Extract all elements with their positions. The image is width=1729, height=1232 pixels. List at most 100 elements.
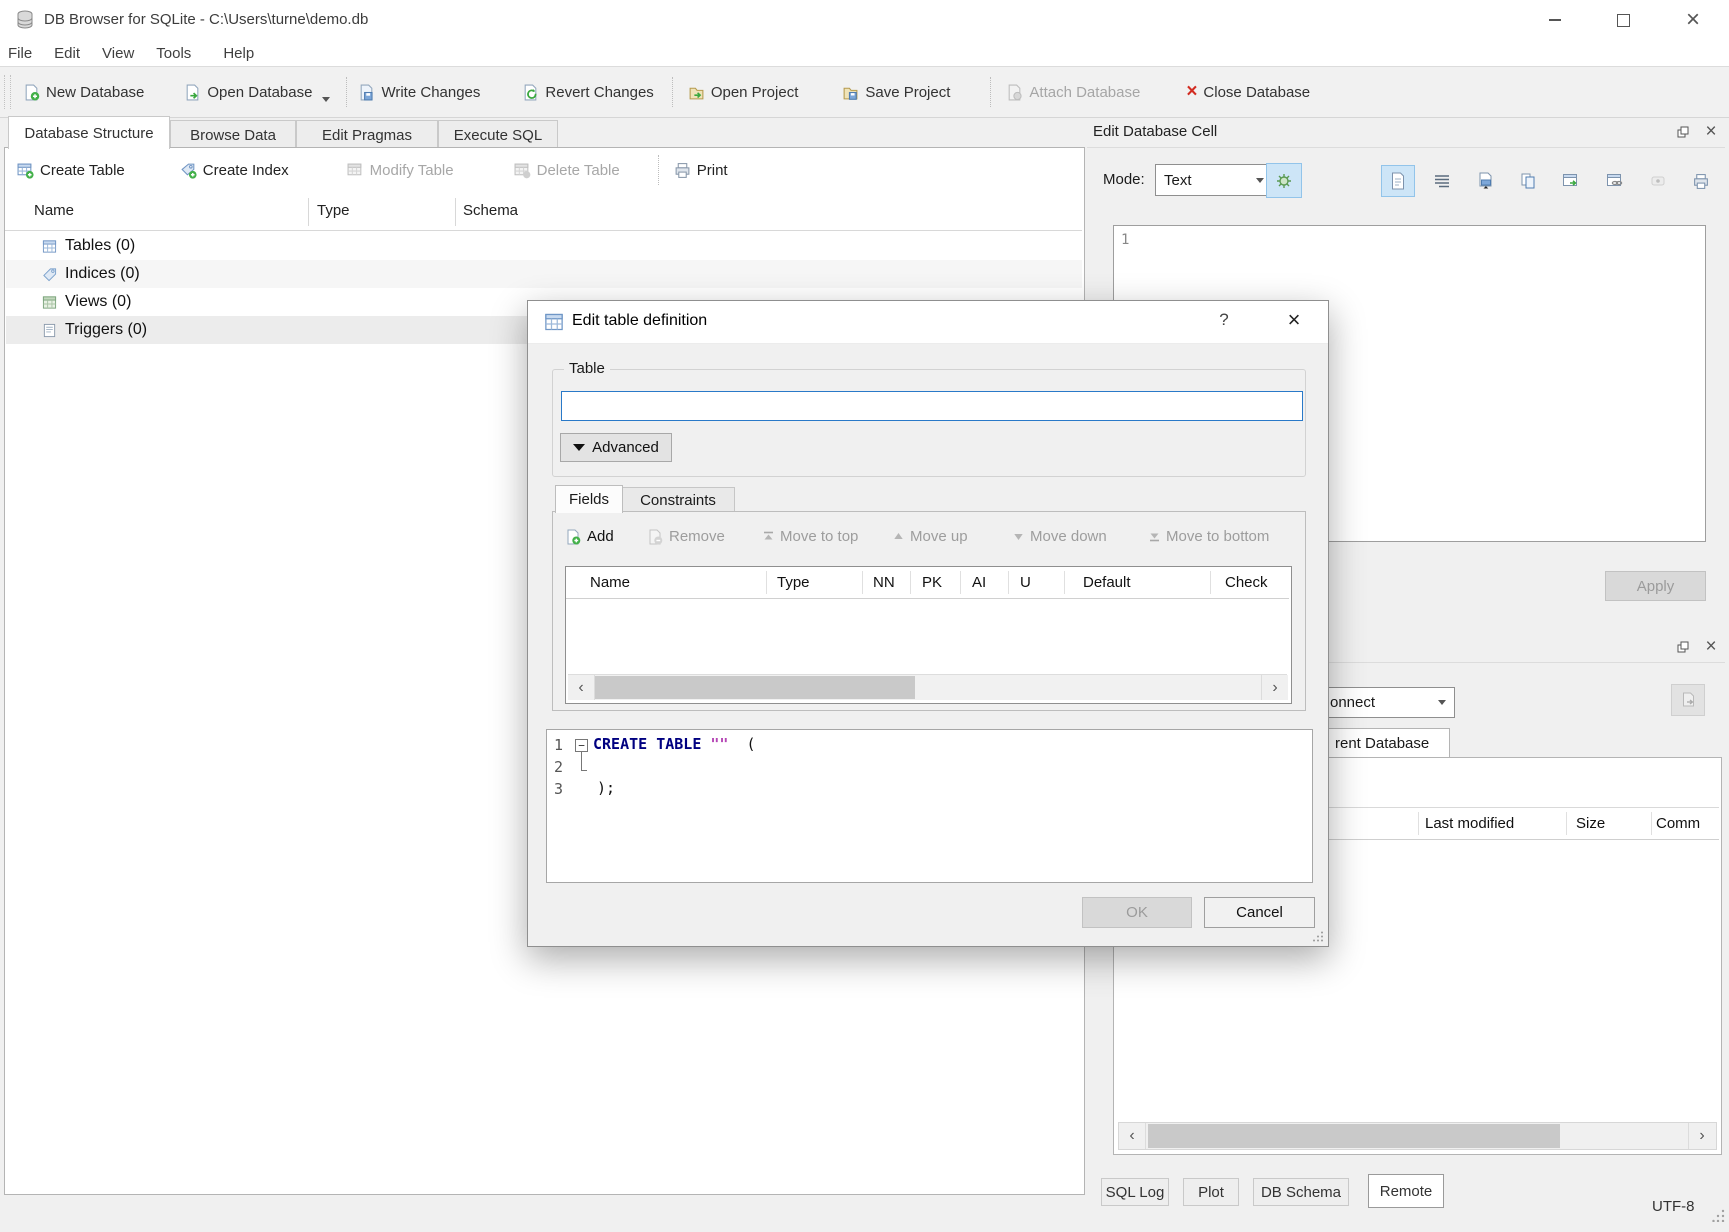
create-index-button[interactable]: Create Index [180, 162, 289, 179]
tree-column-schema[interactable]: Schema [463, 202, 518, 219]
column-divider[interactable] [766, 571, 767, 594]
tab-constraints[interactable]: Constraints [621, 487, 735, 514]
menu-edit[interactable]: Edit [43, 45, 91, 62]
move-to-bottom-button[interactable]: Move to bottom [1149, 528, 1269, 545]
sql-preview-editor[interactable]: 1 2 3 − CREATE TABLE "" ( ); [546, 729, 1313, 883]
open-project-button[interactable]: Open Project [688, 84, 799, 101]
fields-horizontal-scrollbar[interactable]: ‹ › [568, 674, 1287, 700]
column-divider[interactable] [1064, 571, 1065, 594]
column-divider[interactable] [960, 571, 961, 594]
open-database-button[interactable]: Open Database [184, 84, 312, 101]
tree-row-indices[interactable]: Indices (0) [6, 260, 1082, 288]
open-in-window-button[interactable] [1554, 165, 1588, 197]
column-u[interactable]: U [1020, 567, 1031, 598]
column-divider[interactable] [1210, 571, 1211, 594]
column-ai[interactable]: AI [972, 567, 986, 598]
scrollbar-thumb[interactable] [595, 676, 915, 699]
advanced-button[interactable]: Advanced [560, 433, 672, 462]
dialog-close-button[interactable]: × [1280, 307, 1308, 333]
column-nn[interactable]: NN [873, 567, 895, 598]
create-table-button[interactable]: Create Table [17, 162, 125, 179]
column-type[interactable]: Type [777, 567, 810, 598]
print-button[interactable]: Print [674, 162, 728, 179]
column-name[interactable]: Name [590, 567, 630, 598]
move-down-button[interactable]: Move down [1013, 528, 1107, 545]
mode-select[interactable]: Text [1155, 164, 1273, 196]
word-wrap-button[interactable] [1425, 165, 1459, 197]
close-panel-button[interactable]: × [1700, 122, 1722, 142]
column-comm[interactable]: Comm [1656, 808, 1700, 839]
maximize-button[interactable] [1600, 0, 1646, 40]
dialog-resize-grip[interactable] [1312, 930, 1324, 942]
toolbar-handle[interactable] [4, 75, 11, 109]
scroll-left-arrow[interactable]: ‹ [568, 675, 595, 700]
print-cell-button[interactable] [1684, 165, 1718, 197]
tab-database-structure[interactable]: Database Structure [8, 116, 170, 149]
menu-file[interactable]: File [0, 45, 43, 62]
scroll-right-arrow[interactable]: › [1688, 1123, 1715, 1149]
remote-action-button[interactable] [1671, 684, 1705, 716]
table-name-input[interactable] [561, 391, 1303, 421]
move-to-top-button[interactable]: Move to top [763, 528, 858, 545]
float-panel-button[interactable] [1672, 637, 1694, 657]
tree-column-name[interactable]: Name [34, 202, 74, 219]
export-data-button[interactable] [1511, 165, 1545, 197]
close-database-button[interactable]: × Close Database [1186, 84, 1310, 101]
column-last-modified[interactable]: Last modified [1425, 808, 1514, 839]
write-changes-button[interactable]: Write Changes [358, 84, 480, 101]
move-up-button[interactable]: Move up [893, 528, 968, 545]
link-button[interactable] [1598, 165, 1632, 197]
open-database-dropdown-arrow[interactable] [322, 97, 330, 102]
column-divider[interactable] [1651, 812, 1652, 835]
column-check[interactable]: Check [1225, 567, 1268, 598]
remove-field-button[interactable]: Remove [647, 528, 725, 545]
text-mode-button[interactable] [1381, 165, 1415, 197]
add-field-button[interactable]: Add [565, 528, 614, 545]
menu-help[interactable]: Help [202, 45, 265, 62]
tab-execute-sql[interactable]: Execute SQL [438, 120, 558, 150]
scroll-right-arrow[interactable]: › [1261, 675, 1288, 700]
remote-horizontal-scrollbar[interactable]: ‹ › [1118, 1122, 1717, 1150]
column-divider[interactable] [1418, 812, 1419, 835]
help-button[interactable]: ? [1212, 310, 1236, 330]
tab-remote[interactable]: Remote [1368, 1174, 1444, 1208]
tab-plot[interactable]: Plot [1183, 1178, 1239, 1206]
column-divider[interactable] [455, 198, 456, 226]
column-default[interactable]: Default [1083, 567, 1131, 598]
window-resize-grip[interactable] [1712, 1208, 1726, 1222]
save-project-button[interactable]: Save Project [842, 84, 950, 101]
fold-collapse-icon[interactable]: − [575, 739, 588, 752]
minimize-button[interactable] [1532, 0, 1578, 40]
auto-apply-button[interactable] [1266, 163, 1302, 198]
column-size[interactable]: Size [1576, 808, 1605, 839]
tree-row-tables[interactable]: Tables (0) [6, 232, 1082, 260]
cancel-button[interactable]: Cancel [1204, 897, 1315, 928]
column-pk[interactable]: PK [922, 567, 942, 598]
modify-table-button[interactable]: Modify Table [347, 162, 454, 179]
tab-sql-log[interactable]: SQL Log [1101, 1178, 1169, 1206]
column-divider[interactable] [1008, 571, 1009, 594]
attach-database-button[interactable]: Attach Database [1006, 84, 1140, 101]
menu-view[interactable]: View [91, 45, 145, 62]
close-button[interactable]: × [1670, 0, 1716, 40]
tab-browse-data[interactable]: Browse Data [170, 120, 296, 150]
scrollbar-thumb[interactable] [1148, 1124, 1560, 1148]
ok-button[interactable]: OK [1082, 897, 1192, 928]
column-divider[interactable] [910, 571, 911, 594]
column-divider[interactable] [308, 198, 309, 226]
tab-db-schema[interactable]: DB Schema [1253, 1178, 1349, 1206]
column-divider[interactable] [1566, 812, 1567, 835]
tab-edit-pragmas[interactable]: Edit Pragmas [296, 120, 438, 150]
import-data-button[interactable] [1468, 165, 1502, 197]
menu-tools[interactable]: Tools [145, 45, 202, 62]
tab-fields[interactable]: Fields [555, 485, 623, 513]
close-panel-button[interactable]: × [1700, 637, 1722, 657]
float-panel-button[interactable] [1672, 122, 1694, 142]
null-button[interactable] [1641, 165, 1675, 197]
revert-changes-button[interactable]: Revert Changes [522, 84, 653, 101]
encoding-indicator[interactable]: UTF-8 [1652, 1198, 1695, 1215]
column-divider[interactable] [862, 571, 863, 594]
apply-button[interactable]: Apply [1605, 571, 1706, 601]
tree-column-type[interactable]: Type [317, 202, 350, 219]
scroll-left-arrow[interactable]: ‹ [1119, 1123, 1146, 1149]
